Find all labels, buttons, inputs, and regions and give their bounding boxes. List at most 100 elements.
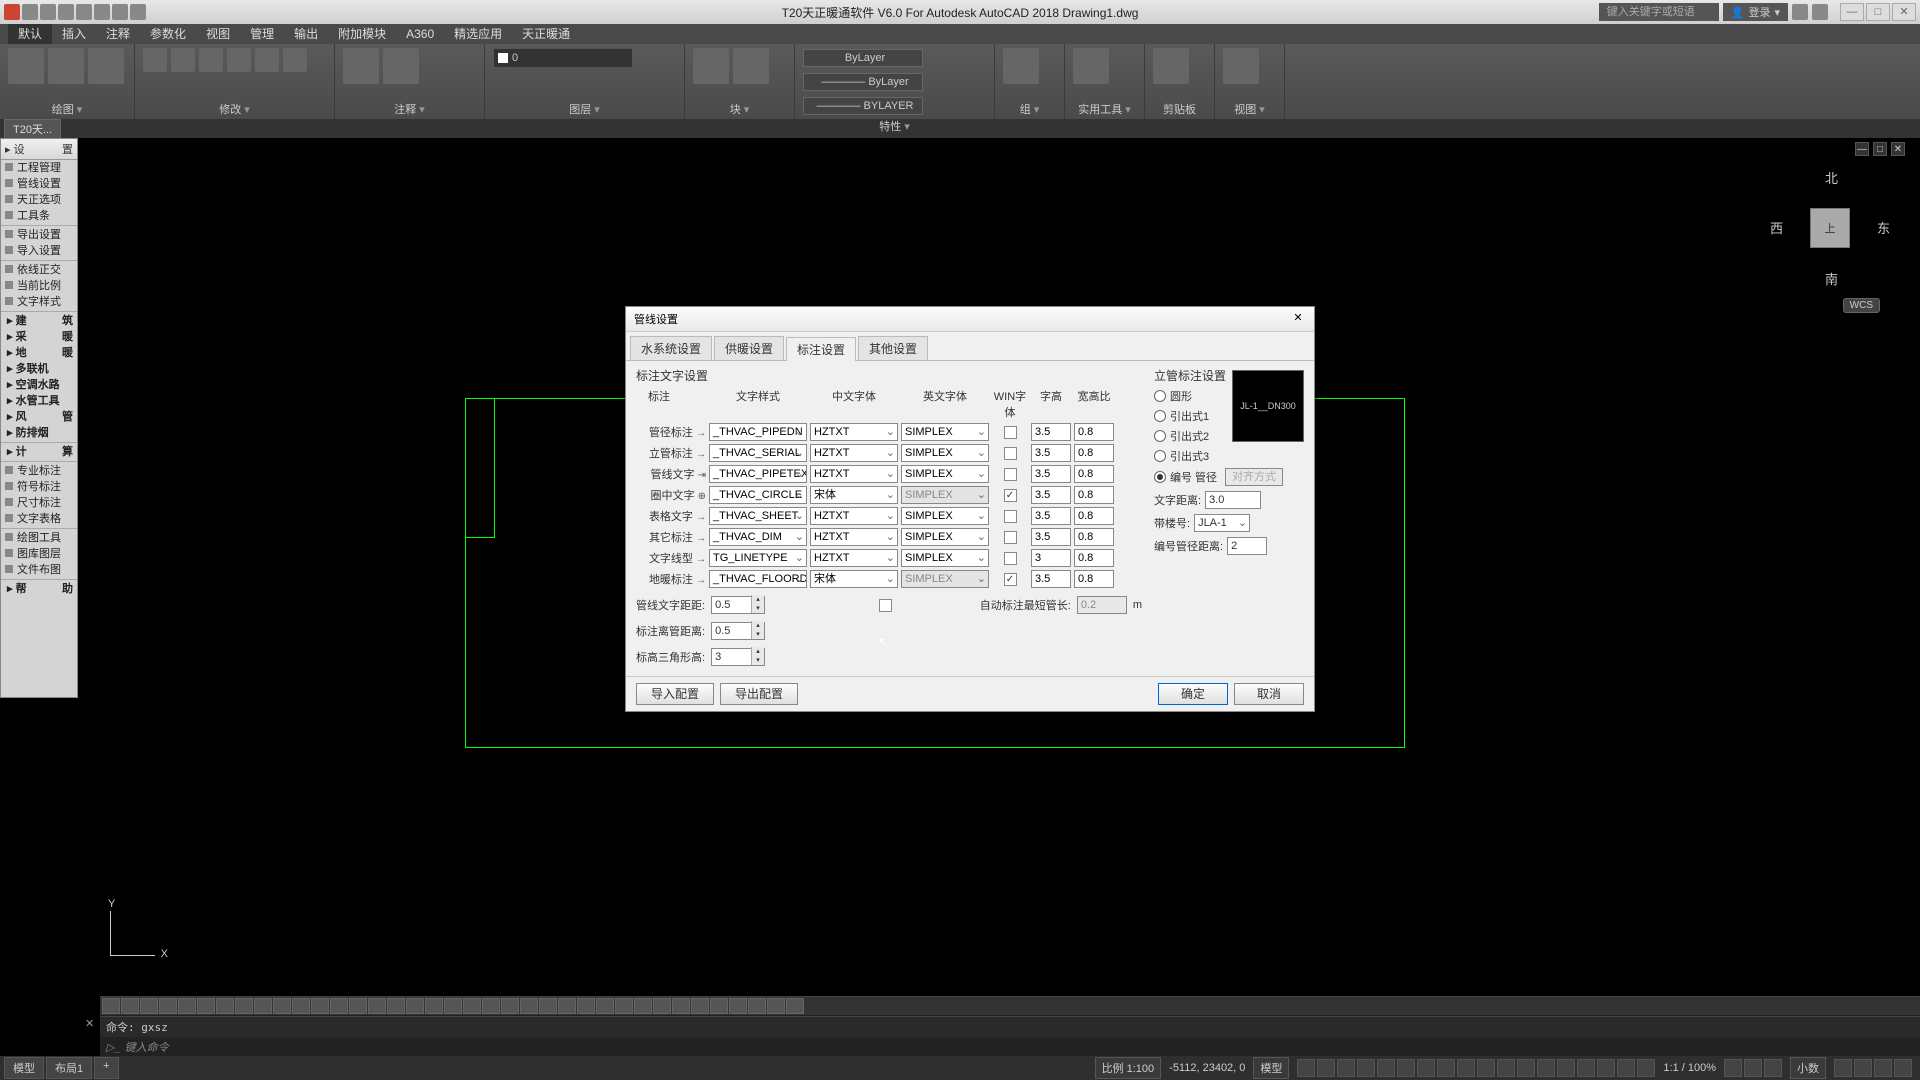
palette-item[interactable]: 文字表格 bbox=[1, 511, 77, 527]
palette-item[interactable]: 图库图层 bbox=[1, 546, 77, 562]
osnap-icon[interactable] bbox=[406, 998, 424, 1014]
tab-output[interactable]: 输出 bbox=[284, 24, 328, 44]
text-height-input[interactable]: 3.5 bbox=[1031, 570, 1071, 588]
osnap-icon[interactable] bbox=[463, 998, 481, 1014]
palette-group[interactable]: ▸ 采暖 bbox=[1, 329, 77, 345]
en-font-dropdown[interactable]: SIMPLEX bbox=[901, 465, 989, 483]
osnap-icon[interactable] bbox=[292, 998, 310, 1014]
status-toggle-icon[interactable] bbox=[1497, 1059, 1515, 1077]
status-toggle-icon[interactable] bbox=[1317, 1059, 1335, 1077]
vp-maximize-icon[interactable]: □ bbox=[1873, 142, 1887, 156]
osnap-icon[interactable] bbox=[273, 998, 291, 1014]
win-font-checkbox[interactable] bbox=[1004, 552, 1017, 565]
export-config-button[interactable]: 导出配置 bbox=[720, 683, 798, 705]
status-toggle-icon[interactable] bbox=[1537, 1059, 1555, 1077]
tab-addins[interactable]: 附加模块 bbox=[328, 24, 396, 44]
tab-view[interactable]: 视图 bbox=[196, 24, 240, 44]
palette-item[interactable]: 尺寸标注 bbox=[1, 495, 77, 511]
palette-item[interactable]: 专业标注 bbox=[1, 463, 77, 479]
osnap-icon[interactable] bbox=[501, 998, 519, 1014]
palette-item[interactable]: 依线正交 bbox=[1, 262, 77, 278]
triangle-height-input[interactable]: 3 bbox=[711, 648, 765, 666]
qat-new-icon[interactable] bbox=[22, 4, 38, 20]
text-height-input[interactable]: 3.5 bbox=[1031, 507, 1071, 525]
panel-modify-label[interactable]: 修改 bbox=[219, 104, 250, 116]
status-toggle-icon[interactable] bbox=[1397, 1059, 1415, 1077]
width-ratio-input[interactable]: 0.8 bbox=[1074, 528, 1114, 546]
auto-annotate-checkbox[interactable] bbox=[879, 599, 892, 612]
width-ratio-input[interactable]: 0.8 bbox=[1074, 423, 1114, 441]
osnap-icon[interactable] bbox=[254, 998, 272, 1014]
num-pipe-dist-input[interactable]: 2 bbox=[1227, 537, 1267, 555]
text-height-input[interactable]: 3.5 bbox=[1031, 528, 1071, 546]
palette-item[interactable]: 天正选项 bbox=[1, 192, 77, 208]
exchange-icon[interactable] bbox=[1792, 4, 1808, 20]
wcs-badge[interactable]: WCS bbox=[1843, 298, 1880, 313]
paste-icon[interactable] bbox=[1153, 48, 1189, 84]
cancel-button[interactable]: 取消 bbox=[1234, 683, 1304, 705]
create-block-icon[interactable] bbox=[733, 48, 769, 84]
panel-group-label[interactable]: 组 bbox=[1020, 104, 1040, 116]
status-toggle-icon[interactable] bbox=[1637, 1059, 1655, 1077]
width-ratio-input[interactable]: 0.8 bbox=[1074, 507, 1114, 525]
vp-minimize-icon[interactable]: — bbox=[1855, 142, 1869, 156]
status-toggle-icon[interactable] bbox=[1437, 1059, 1455, 1077]
status-toggle-icon[interactable] bbox=[1517, 1059, 1535, 1077]
pipe-text-dist-input[interactable]: 0.5 bbox=[711, 596, 765, 614]
tab-a360[interactable]: A360 bbox=[396, 24, 444, 44]
status-toggle-icon[interactable] bbox=[1724, 1059, 1742, 1077]
copy-icon[interactable] bbox=[171, 48, 195, 72]
radio-number-diameter[interactable] bbox=[1154, 471, 1166, 483]
status-toggle-icon[interactable] bbox=[1417, 1059, 1435, 1077]
status-toggle-icon[interactable] bbox=[1357, 1059, 1375, 1077]
win-font-checkbox[interactable] bbox=[1004, 447, 1017, 460]
panel-draw-label[interactable]: 绘图 bbox=[52, 104, 83, 116]
osnap-icon[interactable] bbox=[653, 998, 671, 1014]
osnap-icon[interactable] bbox=[349, 998, 367, 1014]
riser-style-radio[interactable] bbox=[1154, 390, 1166, 402]
text-style-dropdown[interactable]: TG_LINETYPE bbox=[709, 549, 807, 567]
palette-group[interactable]: ▸ 建筑 bbox=[1, 313, 77, 329]
qat-open-icon[interactable] bbox=[40, 4, 56, 20]
osnap-icon[interactable] bbox=[425, 998, 443, 1014]
osnap-icon[interactable] bbox=[216, 998, 234, 1014]
osnap-icon[interactable] bbox=[615, 998, 633, 1014]
tab-parametric[interactable]: 参数化 bbox=[140, 24, 196, 44]
qat-redo-icon[interactable] bbox=[130, 4, 146, 20]
palette-item[interactable]: 当前比例 bbox=[1, 278, 77, 294]
color-dropdown[interactable]: ByLayer bbox=[803, 49, 923, 67]
palette-item[interactable]: 符号标注 bbox=[1, 479, 77, 495]
app-icon[interactable] bbox=[4, 4, 20, 20]
riser-style-radio[interactable] bbox=[1154, 410, 1166, 422]
palette-item[interactable]: 文件布图 bbox=[1, 562, 77, 578]
status-toggle-icon[interactable] bbox=[1557, 1059, 1575, 1077]
status-toggle-icon[interactable] bbox=[1377, 1059, 1395, 1077]
zoom-field[interactable]: 1:1 / 100% bbox=[1663, 1062, 1716, 1074]
rotate-icon[interactable] bbox=[227, 48, 251, 72]
text-height-input[interactable]: 3 bbox=[1031, 549, 1071, 567]
width-ratio-input[interactable]: 0.8 bbox=[1074, 549, 1114, 567]
layout-tab[interactable]: 布局1 bbox=[46, 1057, 92, 1079]
width-ratio-input[interactable]: 0.8 bbox=[1074, 444, 1114, 462]
win-font-checkbox[interactable] bbox=[1004, 510, 1017, 523]
model-tab[interactable]: 模型 bbox=[4, 1057, 44, 1079]
panel-view-label[interactable]: 视图 bbox=[1234, 104, 1265, 116]
text-height-input[interactable]: 3.5 bbox=[1031, 486, 1071, 504]
cn-font-dropdown[interactable]: HZTXT bbox=[810, 549, 898, 567]
palette-item[interactable]: 管线设置 bbox=[1, 176, 77, 192]
cn-font-dropdown[interactable]: HZTXT bbox=[810, 465, 898, 483]
osnap-icon[interactable] bbox=[710, 998, 728, 1014]
scale-field[interactable]: 比例 1:100 bbox=[1095, 1057, 1162, 1079]
close-button[interactable]: ✕ bbox=[1892, 3, 1916, 21]
ok-button[interactable]: 确定 bbox=[1158, 683, 1228, 705]
osnap-icon[interactable] bbox=[520, 998, 538, 1014]
palette-group[interactable]: ▸ 多联机 bbox=[1, 361, 77, 377]
width-ratio-input[interactable]: 0.8 bbox=[1074, 465, 1114, 483]
palette-item[interactable]: 导入设置 bbox=[1, 243, 77, 259]
osnap-icon[interactable] bbox=[577, 998, 595, 1014]
osnap-icon[interactable] bbox=[444, 998, 462, 1014]
osnap-icon[interactable] bbox=[102, 998, 120, 1014]
panel-properties-label[interactable]: 特性 bbox=[879, 121, 910, 133]
cn-font-dropdown[interactable]: 宋体 bbox=[810, 570, 898, 588]
cn-font-dropdown[interactable]: 宋体 bbox=[810, 486, 898, 504]
